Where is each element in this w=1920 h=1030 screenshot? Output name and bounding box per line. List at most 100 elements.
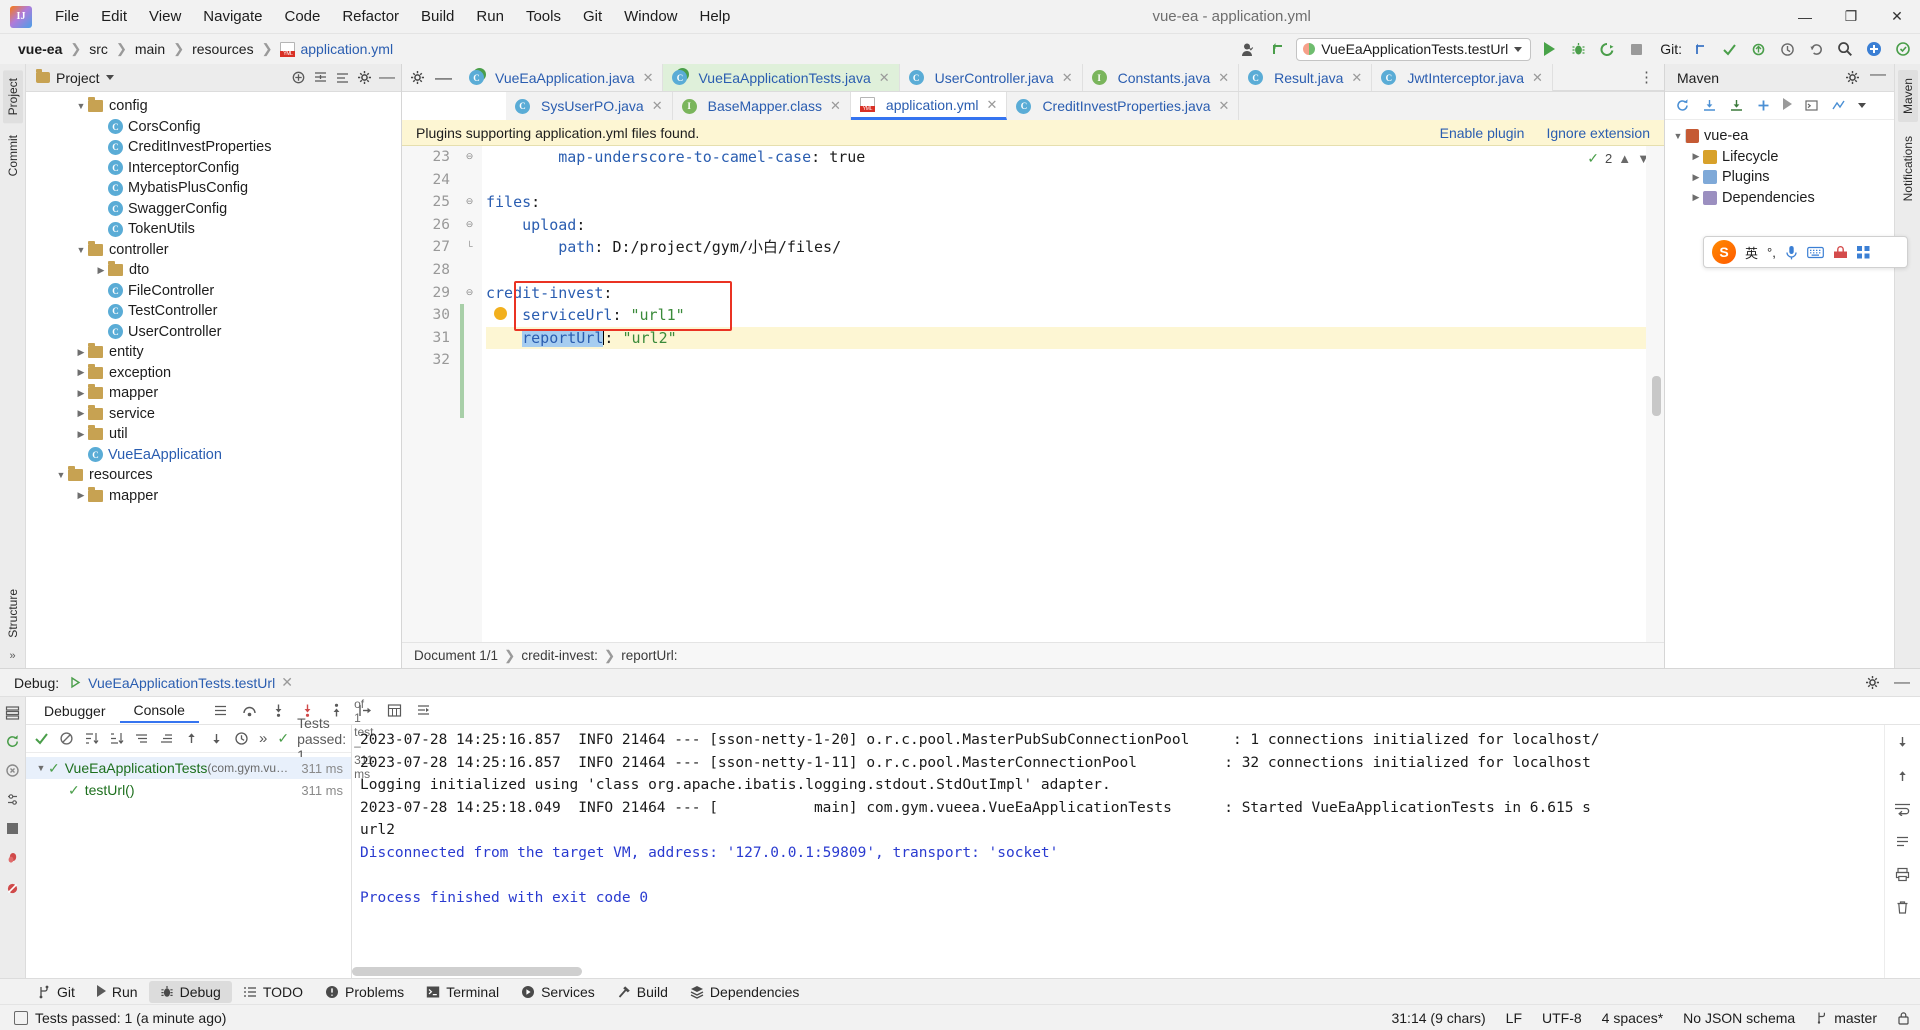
editor-tab-overflow-icon[interactable]: ⋮ — [1629, 64, 1664, 91]
project-tree-item[interactable]: service — [26, 404, 401, 425]
test-tree-row[interactable]: ✓VueEaApplicationTests (com.gym.vu… 311 m… — [26, 757, 351, 779]
editor-tab[interactable]: C JwtInterceptor.java ✕ — [1372, 64, 1553, 91]
close-tab-icon[interactable]: ✕ — [879, 70, 890, 86]
project-tree-item[interactable]: mapper — [26, 383, 401, 404]
maven-project-root[interactable]: vue-ea — [1665, 126, 1894, 147]
sidebar-tab-notifications[interactable]: Notifications — [1898, 128, 1918, 209]
status-message-icon[interactable] — [14, 1010, 28, 1025]
debug-session-tab[interactable]: VueEaApplicationTests.testUrl ✕ — [69, 674, 293, 691]
chevron-right-icon[interactable] — [1689, 192, 1703, 203]
breadcrumb-resources[interactable]: resources — [188, 40, 257, 58]
plugin-settings-icon[interactable] — [1863, 38, 1885, 60]
toolwindow-build[interactable]: Build — [606, 981, 679, 1003]
toolwindow-services[interactable]: Services — [510, 981, 606, 1003]
menu-build[interactable]: Build — [410, 5, 465, 28]
breadcrumb-reporturl[interactable]: reportUrl: — [621, 648, 677, 663]
git-update-icon[interactable] — [1267, 38, 1289, 60]
toolbox-icon[interactable] — [1833, 245, 1848, 259]
maven-download-sources-icon[interactable] — [1729, 98, 1744, 113]
code-fold-toggle-icon[interactable]: ⊖ — [464, 196, 475, 207]
project-tree-item[interactable]: C CorsConfig — [26, 117, 401, 138]
line-separator[interactable]: LF — [1506, 1010, 1522, 1026]
maven-tree-item[interactable]: Plugins — [1665, 167, 1894, 188]
maven-execute-goal-icon[interactable] — [1804, 98, 1819, 113]
soft-wrap-icon[interactable] — [1894, 801, 1911, 816]
breadcrumb-credit-invest[interactable]: credit-invest: — [521, 648, 598, 663]
toolwindow-run[interactable]: Run — [86, 981, 149, 1003]
layout-settings-icon[interactable] — [213, 703, 228, 718]
menu-refactor[interactable]: Refactor — [331, 5, 410, 28]
sogou-input-icon[interactable] — [1712, 240, 1736, 264]
git-push-icon[interactable] — [1747, 38, 1769, 60]
rollback-icon[interactable] — [1805, 38, 1827, 60]
maximize-button[interactable]: ❐ — [1828, 0, 1874, 34]
debug-button[interactable] — [1567, 38, 1589, 60]
breadcrumb-main[interactable]: main — [131, 40, 169, 58]
sidebar-tab-project[interactable]: Project — [2, 70, 23, 124]
grid-icon[interactable] — [1856, 245, 1870, 259]
close-button[interactable]: ✕ — [1874, 0, 1920, 34]
step-over-icon[interactable] — [242, 703, 257, 718]
project-tree-item[interactable]: dto — [26, 260, 401, 281]
show-passed-icon[interactable] — [34, 731, 49, 746]
close-tab-icon[interactable]: ✕ — [1532, 70, 1543, 86]
hide-ignored-icon[interactable] — [59, 731, 74, 746]
chevron-right-icon[interactable] — [74, 490, 88, 501]
project-tree[interactable]: config C CorsConfig C CreditInvestProperties… — [26, 92, 401, 668]
search-icon[interactable] — [1834, 38, 1856, 60]
maven-toggle-offline-icon[interactable] — [1831, 98, 1846, 113]
toolwindow-todo[interactable]: TODO — [232, 981, 314, 1003]
intention-bulb-icon[interactable] — [494, 307, 507, 320]
close-tab-icon[interactable]: ✕ — [1351, 70, 1362, 86]
inspection-widget[interactable]: ✓ 2 ▲ ▼ — [1587, 150, 1650, 167]
maven-tree-item[interactable]: Dependencies — [1665, 188, 1894, 209]
breadcrumb-src[interactable]: src — [85, 40, 112, 58]
chevron-right-icon[interactable] — [74, 367, 88, 378]
test-tree-row[interactable]: ✓ testUrl() 311 ms — [26, 779, 351, 801]
file-encoding[interactable]: UTF-8 — [1542, 1010, 1582, 1026]
menu-view[interactable]: View — [138, 5, 192, 28]
chevron-right-icon[interactable] — [1689, 172, 1703, 183]
code-fold-toggle-icon[interactable]: ⊖ — [464, 219, 475, 230]
maven-more-chevron-icon[interactable] — [1858, 103, 1866, 108]
menu-file[interactable]: File — [44, 5, 90, 28]
close-tab-icon[interactable]: ✕ — [987, 97, 998, 113]
test-history-icon[interactable] — [234, 731, 249, 746]
toolwindow-debug[interactable]: Debug — [148, 980, 232, 1003]
maven-run-icon[interactable] — [1783, 98, 1792, 113]
scroll-to-top-icon[interactable] — [1895, 768, 1910, 783]
maven-tree[interactable]: vue-ea Lifecycle Plugins Dependencies — [1665, 120, 1894, 208]
code-line[interactable] — [486, 259, 1664, 282]
sort-by-duration-icon[interactable] — [109, 731, 124, 746]
chevron-right-icon[interactable] — [74, 408, 88, 419]
tab-debugger[interactable]: Debugger — [30, 700, 120, 722]
run-button[interactable] — [1538, 38, 1560, 60]
project-tree-item[interactable]: entity — [26, 342, 401, 363]
maven-add-icon[interactable] — [1756, 98, 1771, 113]
next-failed-icon[interactable] — [209, 731, 224, 746]
project-scope-chevron-icon[interactable] — [105, 75, 114, 80]
maven-settings-gear-icon[interactable] — [1845, 70, 1860, 85]
hide-panel-icon[interactable]: — — [379, 69, 395, 85]
console-horizontal-scrollbar[interactable] — [352, 967, 582, 976]
debug-pin-icon[interactable] — [5, 852, 20, 867]
code-line[interactable]: reportUrl: "url2" — [486, 326, 1664, 350]
project-tree-item[interactable]: resources — [26, 465, 401, 486]
code-fold-toggle-icon[interactable]: ⊖ — [464, 151, 475, 162]
maven-reload-icon[interactable] — [1675, 98, 1690, 113]
code-editor[interactable]: 23 24 25 26 27 28 29 30 31 32 ⊖ ⊖ ⊖ └ ⊖ map-underscor… — [402, 146, 1664, 642]
lock-icon[interactable] — [1897, 1011, 1910, 1025]
menu-run[interactable]: Run — [465, 5, 515, 28]
project-tree-item[interactable]: C TestController — [26, 301, 401, 322]
run-with-coverage-button[interactable] — [1596, 38, 1618, 60]
run-configuration-selector[interactable]: VueEaApplicationTests.testUrl — [1296, 37, 1532, 61]
code-line[interactable] — [486, 349, 1664, 372]
ignore-extension-link[interactable]: Ignore extension — [1546, 125, 1650, 141]
expand-all-icon[interactable] — [291, 70, 306, 85]
evaluate-expression-icon[interactable] — [387, 703, 402, 718]
project-tree-item[interactable]: exception — [26, 363, 401, 384]
minimize-button[interactable]: — — [1782, 0, 1828, 34]
editor-tab[interactable]: I BaseMapper.class ✕ — [672, 92, 851, 120]
toolwindow-problems[interactable]: Problems — [314, 981, 415, 1003]
toolwindow-dependencies[interactable]: Dependencies — [679, 981, 811, 1003]
